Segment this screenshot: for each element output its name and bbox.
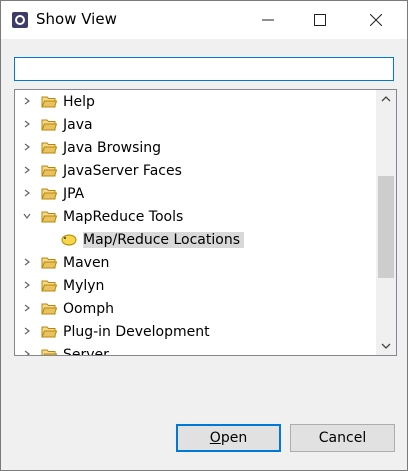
tree-item[interactable]: Mylyn (15, 274, 104, 297)
folder-icon (41, 119, 57, 131)
filter-input[interactable] (14, 57, 394, 81)
close-button[interactable] (353, 1, 399, 39)
open-label: pen (220, 430, 248, 446)
tree-item[interactable]: Java Browsing (15, 136, 161, 159)
maximize-icon (314, 14, 326, 26)
dialog-title: Show View (36, 10, 117, 28)
tree-item[interactable]: Help (15, 90, 95, 113)
minimize-button[interactable] (245, 1, 291, 39)
tree-item[interactable]: JPA (15, 182, 84, 205)
chevron-right-icon[interactable] (19, 141, 35, 154)
chevron-down-icon (381, 343, 391, 349)
eclipse-icon (12, 12, 28, 28)
hadoop-elephant-icon (61, 234, 77, 246)
vertical-scrollbar[interactable] (376, 90, 396, 355)
cancel-button[interactable]: Cancel (290, 424, 395, 452)
tree-item-label: Mylyn (63, 277, 105, 294)
tree-item-label: JPA (63, 185, 85, 202)
tree-item[interactable]: JavaServer Faces (15, 159, 182, 182)
tree-item[interactable]: Maven (15, 251, 109, 274)
chevron-right-icon[interactable] (19, 302, 35, 315)
cancel-label: Cancel (318, 430, 367, 446)
chevron-right-icon[interactable] (19, 256, 35, 269)
scroll-up-button[interactable] (376, 90, 396, 108)
chevron-right-icon[interactable] (19, 95, 35, 108)
folder-icon (41, 280, 57, 292)
scroll-down-button[interactable] (376, 337, 396, 355)
tree-item-label: Maven (63, 254, 110, 271)
scroll-thumb[interactable] (378, 176, 394, 278)
folder-icon (41, 303, 57, 315)
folder-icon (41, 211, 57, 223)
title-bar[interactable]: Show View (1, 1, 407, 39)
close-icon (370, 14, 382, 26)
folder-icon (41, 188, 57, 200)
chevron-up-icon (381, 96, 391, 102)
maximize-button[interactable] (297, 1, 343, 39)
folder-icon (41, 96, 57, 108)
folder-icon (41, 349, 57, 355)
chevron-right-icon[interactable] (19, 164, 35, 177)
tree-item-label: Plug-in Development (63, 323, 210, 340)
chevron-right-icon[interactable] (19, 118, 35, 131)
tree-item-label: Map/Reduce Locations (83, 231, 245, 248)
folder-icon (41, 257, 57, 269)
tree-item-label: Help (63, 93, 95, 110)
folder-icon (41, 142, 57, 154)
view-tree: Help Java Java Browsing JavaServer Faces JPA… (14, 89, 397, 356)
chevron-right-icon[interactable] (19, 187, 35, 200)
folder-icon (41, 326, 57, 338)
tree-item[interactable]: Server (15, 343, 109, 356)
tree-item[interactable]: Plug-in Development (15, 320, 210, 343)
tree-child-item[interactable]: Map/Reduce Locations (55, 228, 245, 251)
open-button[interactable]: Open (176, 424, 281, 452)
show-view-dialog: Show View Help Java Java Browsing JavaServe… (0, 0, 408, 471)
tree-item[interactable]: Java (15, 113, 93, 136)
tree-item-label: Java (63, 116, 93, 133)
open-mnemonic: O (209, 430, 221, 446)
tree-item[interactable]: MapReduce Tools (15, 205, 183, 228)
tree-item-label: Server (63, 346, 109, 356)
chevron-right-icon[interactable] (19, 348, 35, 355)
chevron-right-icon[interactable] (19, 325, 35, 338)
tree-item-label: Oomph (63, 300, 114, 317)
tree-item-label: JavaServer Faces (63, 162, 182, 179)
minimize-icon (262, 19, 274, 21)
chevron-down-icon[interactable] (19, 210, 35, 223)
tree-item-label: MapReduce Tools (63, 208, 184, 225)
chevron-right-icon[interactable] (19, 279, 35, 292)
tree-item-label: Java Browsing (63, 139, 162, 156)
folder-icon (41, 165, 57, 177)
tree-item[interactable]: Oomph (15, 297, 114, 320)
